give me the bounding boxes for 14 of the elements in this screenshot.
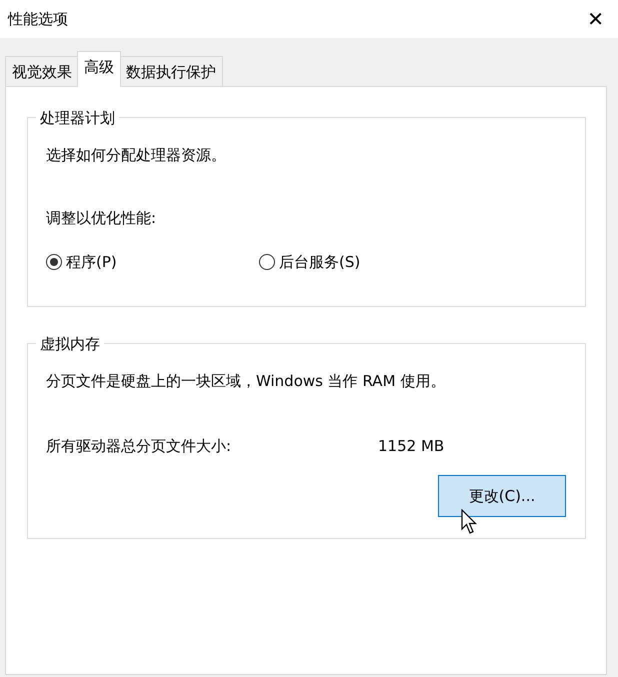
description-text: 分页文件是硬盘上的一块区域，Windows 当作 RAM 使用。 bbox=[46, 371, 446, 392]
description-text: 选择如何分配处理器资源。 bbox=[46, 145, 227, 166]
size-label: 所有驱动器总分页文件大小: bbox=[46, 436, 232, 456]
cursor-icon bbox=[461, 509, 477, 535]
tab[interactable]: 高级 bbox=[77, 51, 121, 87]
tab[interactable]: 视觉效果 bbox=[5, 56, 79, 87]
tab[interactable]: 数据执行保护 bbox=[119, 56, 223, 87]
window-title: 性能选项 bbox=[8, 8, 68, 30]
radio-option[interactable]: 后台服务(S) bbox=[259, 251, 472, 274]
prompt-text: 调整以优化性能: bbox=[46, 208, 158, 228]
size-value: 1152 MB bbox=[378, 436, 444, 456]
radio-option[interactable]: 程序(P) bbox=[46, 251, 259, 274]
change-button[interactable]: 更改(C)... bbox=[438, 475, 566, 517]
close-button[interactable]: ✕ bbox=[581, 9, 610, 29]
